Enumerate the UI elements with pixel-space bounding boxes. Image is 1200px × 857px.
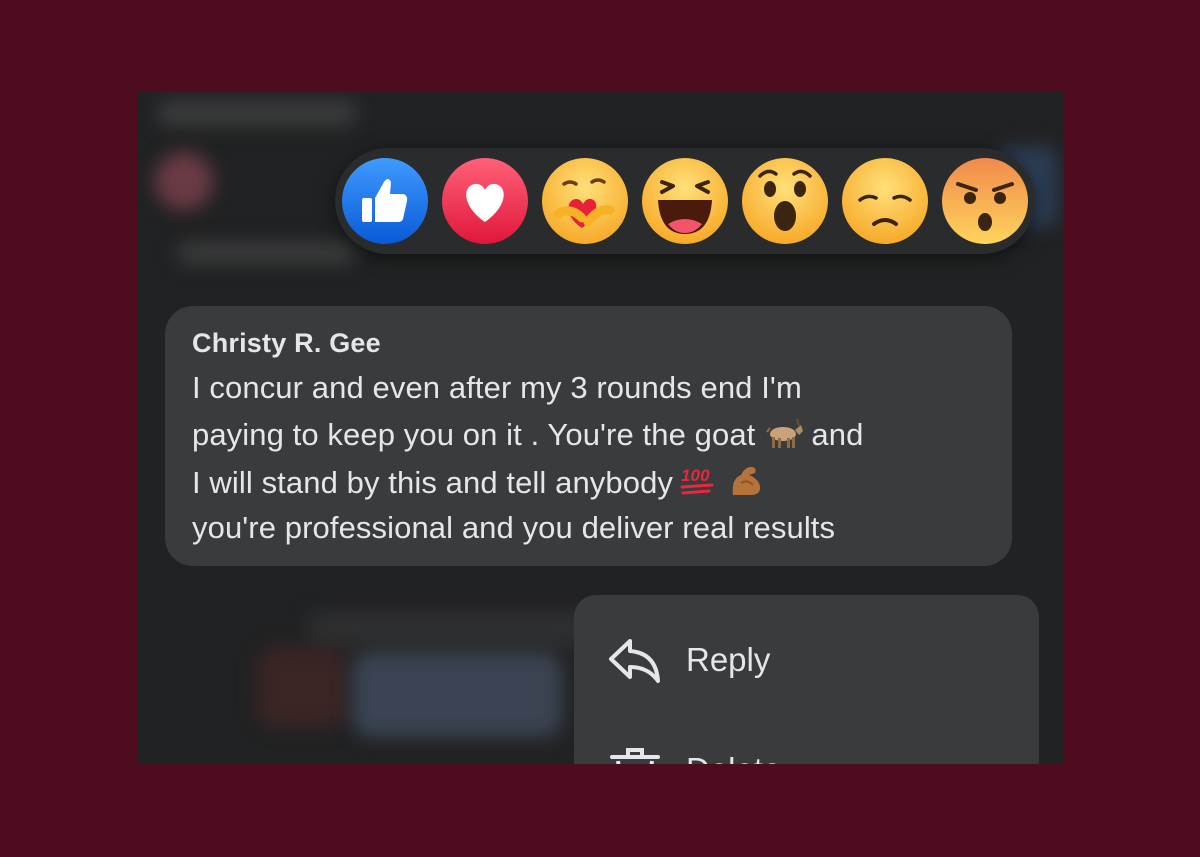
blurred-avatar-2	[257, 647, 347, 727]
blurred-header	[157, 100, 357, 126]
like-reaction-button[interactable]	[340, 156, 430, 246]
wow-reaction-button[interactable]	[740, 156, 830, 246]
angry-emoji-icon	[942, 158, 1028, 244]
svg-text:100: 100	[681, 466, 710, 485]
reply-label: Reply	[686, 641, 771, 678]
blurred-actions	[307, 612, 597, 648]
care-emoji-icon	[542, 158, 628, 244]
reaction-picker	[335, 148, 1035, 254]
blurred-reply-bubble	[352, 652, 562, 737]
blurred-text	[177, 242, 357, 264]
surprised-emoji-icon	[742, 158, 828, 244]
care-reaction-button[interactable]	[540, 156, 630, 246]
screenshot-frame: Christy R. Gee I concur and even after m…	[137, 92, 1064, 764]
thumbs-up-icon	[342, 158, 428, 244]
blurred-avatar	[155, 152, 213, 210]
reply-arrow-icon	[609, 639, 660, 683]
hundred-points-emoji-icon: 100	[679, 463, 717, 505]
heart-icon	[442, 158, 528, 244]
haha-reaction-button[interactable]	[640, 156, 730, 246]
delete-label: Delete	[686, 751, 781, 764]
comment-context-menu: Reply Delete	[574, 595, 1039, 764]
love-reaction-button[interactable]	[440, 156, 530, 246]
comment-text-segment: I will stand by this and tell anybody	[192, 465, 674, 500]
comment-text-segment: and	[811, 417, 864, 452]
flexed-biceps-emoji-icon	[729, 463, 765, 505]
comment-bubble: Christy R. Gee I concur and even after m…	[165, 306, 1012, 566]
goat-emoji-icon	[761, 417, 805, 457]
comment-author[interactable]: Christy R. Gee	[192, 328, 381, 359]
delete-menu-item[interactable]: Delete	[574, 705, 1039, 764]
reply-menu-item[interactable]: Reply	[574, 595, 1039, 685]
sad-emoji-icon	[842, 158, 928, 244]
comment-text-line: paying to keep you on it . You're the go…	[192, 417, 863, 457]
laughing-emoji-icon	[642, 158, 728, 244]
angry-reaction-button[interactable]	[940, 156, 1030, 246]
comment-text-line: you're professional and you deliver real…	[192, 510, 836, 545]
trash-icon	[610, 748, 660, 764]
comment-text-line: I concur and even after my 3 rounds end …	[192, 370, 802, 405]
comment-text-line: I will stand by this and tell anybody 10…	[192, 463, 771, 505]
comment-text-segment: paying to keep you on it . You're the go…	[192, 417, 756, 452]
sad-reaction-button[interactable]	[840, 156, 930, 246]
